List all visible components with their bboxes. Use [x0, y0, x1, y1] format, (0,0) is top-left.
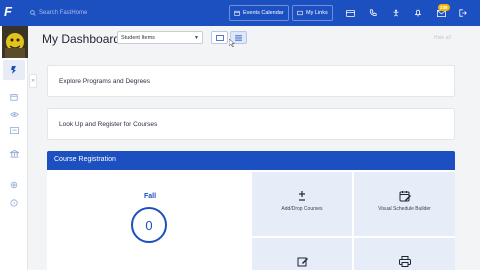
notification-badge: 238 [438, 4, 450, 11]
top-navigation-bar: F Search FastHome Events Calendar My Lin… [0, 0, 480, 26]
sidebar-item-eye[interactable] [8, 108, 20, 120]
eye-icon [9, 111, 19, 117]
add-drop-courses-label: Add/Drop Courses [281, 206, 323, 212]
tile-view-icon [215, 34, 224, 41]
visual-schedule-builder-tile[interactable]: Visual Schedule Builder [354, 172, 455, 236]
list-icon [235, 34, 242, 41]
calendar-icon [234, 10, 240, 16]
hide-all-link[interactable]: Hide all [434, 35, 451, 41]
hide-all-label: Hide all [434, 35, 451, 41]
course-registration-header: Course Registration [47, 151, 455, 170]
sidebar-item-calendar[interactable] [8, 91, 20, 103]
mouse-cursor-icon [229, 39, 235, 47]
sidebar-collapse-toggle[interactable]: » [29, 74, 37, 88]
accessibility-icon[interactable] [390, 7, 402, 19]
institution-icon [9, 150, 19, 158]
explore-programs-card[interactable]: Explore Programs and Degrees [47, 65, 455, 97]
print-tile[interactable] [354, 238, 455, 270]
lookup-register-label: Look Up and Register for Courses [59, 121, 158, 128]
bell-icon[interactable] [412, 7, 424, 19]
term-count: 0 [145, 217, 153, 233]
phone-icon[interactable] [367, 7, 379, 19]
sidebar-item-home[interactable] [8, 64, 20, 76]
term-count-circle[interactable]: 0 [131, 207, 167, 243]
search-placeholder: Search FastHome [39, 10, 88, 16]
term-label: Fall [144, 193, 157, 200]
sidebar-item-help[interactable]: ? [8, 197, 20, 209]
printer-icon [398, 256, 411, 267]
lookup-register-card[interactable]: Look Up and Register for Courses [47, 108, 455, 140]
search-input[interactable]: Search FastHome [30, 6, 87, 20]
events-calendar-label: Events Calendar [243, 10, 284, 16]
sidebar-item-settings[interactable] [8, 179, 20, 191]
add-drop-courses-tile[interactable]: Add/Drop Courses [252, 172, 352, 236]
logout-icon[interactable] [457, 7, 469, 19]
dashboard-view-select[interactable]: Student Items ▼ [117, 31, 203, 44]
grid-view-button[interactable] [211, 31, 228, 44]
page-title: My Dashboard [42, 32, 121, 46]
gear-icon [10, 181, 18, 189]
card-icon[interactable] [344, 7, 356, 19]
link-icon [297, 10, 303, 16]
dashboard-view-select-value: Student Items [121, 35, 155, 41]
chevron-down-icon: ▼ [194, 35, 199, 41]
id-card-icon [9, 126, 19, 134]
student-icon [11, 66, 16, 74]
sidebar-item-institution[interactable] [8, 148, 20, 160]
app-logo[interactable]: F [4, 4, 22, 22]
help-icon: ? [10, 199, 18, 207]
calendar-edit-icon [399, 191, 411, 202]
svg-text:?: ? [13, 201, 16, 207]
course-registration-title: Course Registration [54, 156, 116, 163]
edit-icon [297, 257, 308, 267]
explore-programs-label: Explore Programs and Degrees [59, 78, 151, 85]
avatar[interactable] [2, 26, 28, 58]
sidebar-item-card[interactable] [8, 124, 20, 136]
my-links-label: My Links [306, 10, 328, 16]
plus-minus-icon [299, 191, 305, 201]
calendar-icon [10, 94, 18, 101]
search-icon [30, 10, 36, 16]
events-calendar-button[interactable]: Events Calendar [229, 5, 289, 21]
my-links-button[interactable]: My Links [292, 5, 333, 21]
edit-tile[interactable] [252, 238, 352, 270]
visual-schedule-builder-label: Visual Schedule Builder [378, 206, 431, 212]
